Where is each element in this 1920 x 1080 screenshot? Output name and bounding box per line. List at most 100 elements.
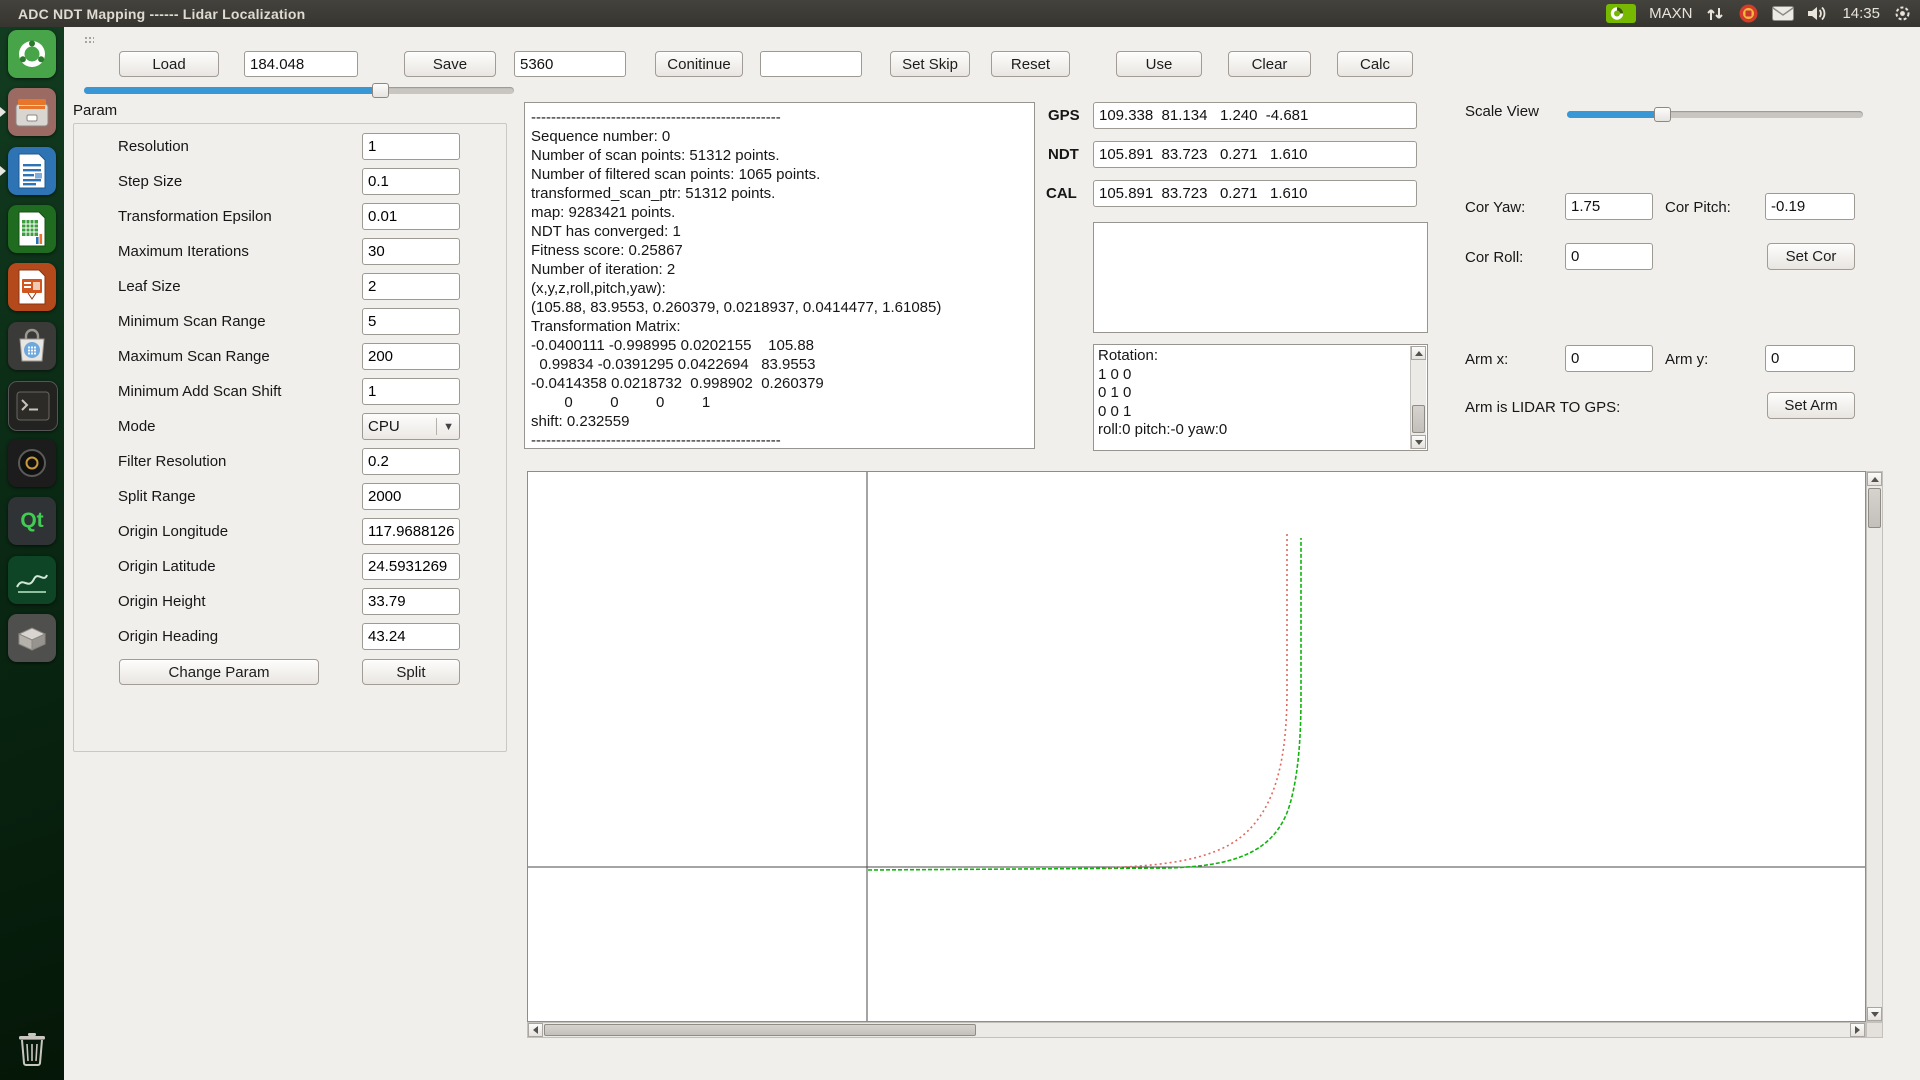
split-button[interactable]: Split [362,659,460,685]
calc-button[interactable]: Calc [1337,51,1413,77]
plot-vscroll-thumb[interactable] [1868,488,1881,528]
gps-value-input[interactable] [1093,102,1417,129]
change-param-button[interactable]: Change Param [119,659,319,685]
dock-item-libreoffice-impress[interactable] [8,263,56,311]
param-input[interactable] [362,168,460,195]
dock-item-dark-app[interactable] [8,439,56,487]
param-input[interactable] [362,273,460,300]
param-input[interactable] [362,203,460,230]
set-cor-button[interactable]: Set Cor [1767,243,1855,270]
cal-label: CAL [1046,185,1077,202]
plot-hscroll-thumb[interactable] [544,1024,976,1036]
volume-icon[interactable] [1807,5,1829,22]
toolbar-grip[interactable] [84,36,94,44]
log-line: shift: 0.232559 [531,412,1028,431]
arm-x-input[interactable] [1565,345,1653,372]
set-skip-button[interactable]: Set Skip [890,51,970,77]
continue-button[interactable]: Conitinue [655,51,743,77]
arm-y-label: Arm y: [1665,351,1708,368]
sequence-slider-handle[interactable] [372,83,389,98]
param-input[interactable] [362,378,460,405]
log-line: Number of iteration: 2 [531,260,1028,279]
sequence-slider[interactable] [84,83,514,98]
ndt-label: NDT [1048,146,1079,163]
param-row: Maximum Scan Range [118,343,460,370]
arm-y-input[interactable] [1765,345,1855,372]
param-input[interactable] [362,308,460,335]
param-row: Minimum Add Scan Shift [118,378,460,405]
plot-vertical-scrollbar[interactable] [1866,471,1883,1022]
scroll-down-icon[interactable] [1411,435,1426,449]
log-line: 0 0 0 1 [531,393,1028,412]
ndt-value-input[interactable] [1093,141,1417,168]
mode-select[interactable]: CPU ▼ [362,413,460,440]
param-row: Step Size [118,168,460,195]
param-input[interactable] [362,588,460,615]
param-input[interactable] [362,518,460,545]
scale-view-slider[interactable] [1567,107,1863,122]
rotation-scrollbar-thumb[interactable] [1412,405,1425,433]
ndt-trajectory-curve [868,538,1301,870]
nvidia-icon[interactable] [1606,4,1636,23]
param-fields-bottom: Filter Resolution Split Range Origin Lon… [118,448,460,650]
use-button[interactable]: Use [1116,51,1202,77]
scroll-left-icon[interactable] [528,1023,543,1037]
mail-icon[interactable] [1772,6,1794,21]
rotation-scrollbar[interactable] [1410,346,1426,449]
session-gear-icon[interactable] [1893,4,1912,23]
window-title: ADC NDT Mapping ------ Lidar Localizatio… [0,6,305,22]
plot-horizontal-scrollbar[interactable] [527,1022,1866,1038]
save-button[interactable]: Save [404,51,496,77]
param-input[interactable] [362,623,460,650]
param-input[interactable] [362,553,460,580]
param-input[interactable] [362,133,460,160]
continue-value-input[interactable] [760,51,862,77]
dock-item-ubuntu-dash[interactable] [8,30,56,78]
dock-item-mapping-app[interactable] [8,556,56,604]
dock-item-ubuntu-software[interactable] [8,322,56,370]
dock-item-trash[interactable] [8,1024,56,1072]
param-row: Leaf Size [118,273,460,300]
rotation-text: Rotation:1 0 00 1 00 0 1roll:0 pitch:-0 … [1094,345,1427,442]
cor-pitch-input[interactable] [1765,193,1855,220]
param-input[interactable] [362,483,460,510]
scale-view-slider-handle[interactable] [1654,107,1671,122]
system-tray: MAXN 14:35 [1606,0,1912,27]
scroll-up-icon[interactable] [1867,472,1882,486]
dock-item-terminal[interactable] [8,381,58,431]
reset-button[interactable]: Reset [991,51,1070,77]
clear-button[interactable]: Clear [1228,51,1311,77]
cor-yaw-input[interactable] [1565,193,1653,220]
cal-value-input[interactable] [1093,180,1417,207]
dock-item-libreoffice-calc[interactable] [8,205,56,253]
param-label: Maximum Scan Range [118,348,270,365]
scroll-up-icon[interactable] [1411,346,1426,360]
set-arm-button[interactable]: Set Arm [1767,392,1855,419]
log-line: ----------------------------------------… [531,431,1028,449]
network-updown-icon[interactable] [1705,6,1725,22]
save-value-input[interactable] [514,51,626,77]
scroll-down-icon[interactable] [1867,1007,1882,1021]
log-line: NDT has converged: 1 [531,222,1028,241]
clock[interactable]: 14:35 [1842,5,1880,22]
param-input[interactable] [362,343,460,370]
input-method-icon[interactable] [1738,3,1759,24]
param-input[interactable] [362,238,460,265]
dock-item-file-manager[interactable] [8,88,56,136]
log-line: ----------------------------------------… [531,108,1028,127]
param-label: Step Size [118,173,182,190]
param-input[interactable] [362,448,460,475]
cor-roll-input[interactable] [1565,243,1653,270]
param-label: Origin Height [118,593,206,610]
trajectory-canvas[interactable] [527,471,1866,1022]
dock-item-disk-tool[interactable] [8,614,56,662]
gpu-mode-label[interactable]: MAXN [1649,5,1692,22]
dock-item-libreoffice-writer[interactable] [8,147,56,195]
log-line: map: 9283421 points. [531,203,1028,222]
dock-item-qt-creator[interactable]: Qt [8,497,56,545]
aux-display-panel [1093,222,1428,333]
scroll-right-icon[interactable] [1850,1023,1865,1037]
load-button[interactable]: Load [119,51,219,77]
load-value-input[interactable] [244,51,358,77]
arm-note-label: Arm is LIDAR TO GPS: [1465,399,1620,416]
